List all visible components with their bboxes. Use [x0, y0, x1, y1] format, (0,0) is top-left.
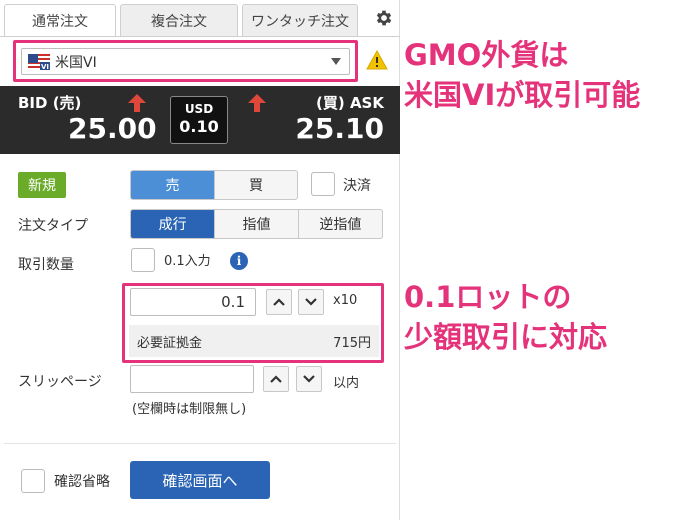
order-type-stop[interactable]: 逆指値: [297, 210, 382, 238]
quantity-label: 取引数量: [18, 257, 74, 273]
side-toggle: 売 買: [130, 170, 298, 200]
slippage-increment-button[interactable]: [263, 366, 289, 392]
ask-label: (買) ASK: [316, 94, 384, 112]
order-type-label: 注文タイプ: [18, 218, 88, 234]
annotation-bottom-line2: 少額取引に対応: [404, 320, 608, 354]
symbol-select[interactable]: VI 米国VI: [21, 48, 350, 75]
confirm-screen-button[interactable]: 確認画面へ: [130, 461, 270, 499]
quantity-increment-button[interactable]: [266, 289, 292, 315]
annotation-top-line1: GMO外貨は: [404, 38, 569, 72]
section-divider: [4, 443, 396, 444]
tab-divider: [0, 36, 400, 37]
skip-confirm-label: 確認省略: [54, 474, 110, 490]
slippage-note: (空欄時は制限無し): [132, 402, 247, 417]
required-margin-row: 必要証拠金 715円: [129, 325, 379, 357]
decimal-input-checkbox[interactable]: [131, 248, 155, 272]
annotation-top-line2: 米国VIが取引可能: [404, 78, 641, 112]
bid-label: BID (売): [18, 94, 82, 112]
spread-box: USD 0.10: [170, 96, 228, 144]
info-icon[interactable]: i: [230, 252, 248, 270]
settle-checkbox[interactable]: [311, 172, 335, 196]
slippage-unit: 以内: [333, 376, 360, 391]
quantity-unit: x10: [333, 293, 358, 308]
slippage-input[interactable]: [130, 365, 254, 393]
chevron-up-icon: [270, 375, 282, 383]
order-type-toggle: 成行 指値 逆指値: [130, 209, 383, 239]
required-margin-label: 必要証拠金: [137, 335, 203, 351]
us-flag-icon: VI: [28, 53, 50, 71]
quantity-decrement-button[interactable]: [298, 289, 324, 315]
annotation-bottom-line1: 0.1ロットの: [404, 280, 572, 314]
quantity-input[interactable]: 0.1: [130, 288, 256, 316]
spread-currency: USD: [184, 102, 214, 116]
settle-label: 決済: [343, 178, 371, 194]
gear-icon[interactable]: [372, 6, 396, 30]
symbol-name: 米国VI: [55, 54, 97, 71]
warning-icon[interactable]: [366, 49, 388, 74]
skip-confirm-checkbox[interactable]: [21, 469, 45, 493]
decimal-input-label: 0.1入力: [164, 254, 211, 269]
chevron-down-icon: [331, 58, 341, 65]
slippage-label: スリッページ: [18, 374, 102, 390]
quantity-highlight-frame: 0.1 x10 必要証拠金 715円: [122, 283, 384, 363]
chevron-up-icon: [273, 298, 285, 306]
symbol-highlight-frame: VI 米国VI: [13, 40, 358, 82]
ask-price[interactable]: 25.10: [295, 112, 384, 145]
ask-up-arrow-icon: [246, 92, 268, 118]
slippage-decrement-button[interactable]: [296, 366, 322, 392]
chevron-down-icon: [305, 298, 317, 306]
order-tabs: 通常注文 複合注文 ワンタッチ注文: [0, 0, 400, 37]
order-type-market[interactable]: 成行: [131, 210, 215, 238]
sell-button[interactable]: 売: [131, 171, 214, 199]
order-type-limit[interactable]: 指値: [214, 210, 297, 238]
order-panel: 通常注文 複合注文 ワンタッチ注文 VI 米国VI BID (売) (買) AS…: [0, 0, 400, 520]
required-margin-value: 715円: [333, 335, 371, 351]
new-order-badge: 新規: [18, 172, 66, 198]
bid-price[interactable]: 25.00: [68, 112, 157, 145]
tab-one-touch-order[interactable]: ワンタッチ注文: [242, 4, 358, 36]
tab-combined-order[interactable]: 複合注文: [120, 4, 238, 36]
spread-value: 0.10: [179, 117, 219, 136]
tab-normal-order[interactable]: 通常注文: [4, 4, 116, 37]
price-bar: BID (売) (買) ASK 25.00 USD 0.10 25.10: [0, 86, 400, 154]
chevron-down-icon: [303, 375, 315, 383]
buy-button[interactable]: 買: [214, 171, 297, 199]
svg-text:VI: VI: [41, 63, 49, 70]
